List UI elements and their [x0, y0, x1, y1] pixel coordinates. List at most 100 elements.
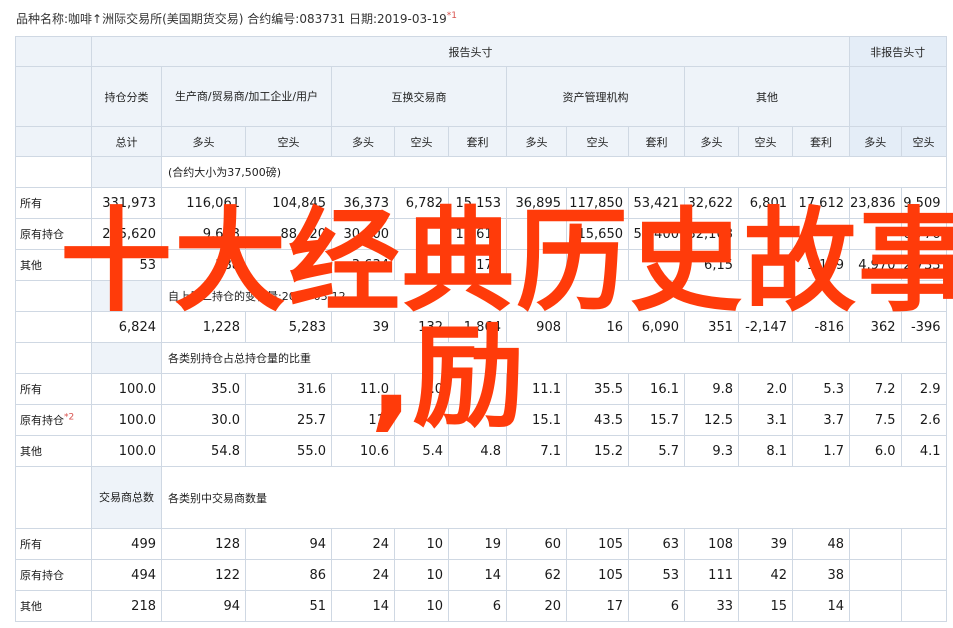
table-cell: 6,15	[684, 249, 739, 281]
table-cell: 25.7	[245, 404, 332, 436]
table-cell: 12.5	[684, 404, 739, 436]
table-cell: 39	[331, 311, 395, 343]
table-cell: 6	[628, 590, 685, 622]
table-row: 原有持仓 265,620 9,673 88,320 30,700 10,611 115,65…	[15, 218, 947, 250]
table-row: 所有 499 128 94 24 10 19 60 105 63 108 39 48	[15, 528, 947, 560]
table-cell: -816	[792, 311, 850, 343]
table-cell: 7.1	[506, 435, 567, 467]
table-cell: 6,782	[394, 187, 449, 219]
table-cell: 388	[161, 249, 246, 281]
table-cell: 94	[161, 590, 246, 622]
row-label-text: 所有	[20, 538, 42, 551]
table-cell: 15.1	[506, 404, 567, 436]
table-cell	[738, 249, 793, 281]
nonreportable-blank	[849, 66, 947, 127]
table-cell: 11.	[331, 404, 395, 436]
table-cell: 10	[394, 528, 449, 560]
table-cell: 265,620	[91, 218, 162, 250]
table-cell: 15,153	[448, 187, 507, 219]
table-cell: 494	[91, 559, 162, 591]
table-cell: 19	[448, 528, 507, 560]
row-label: 所有	[15, 528, 92, 560]
col-spread: 套利	[448, 126, 507, 157]
table-cell	[448, 373, 507, 405]
table-cell: 116,061	[161, 187, 246, 219]
table-cell	[900, 559, 947, 591]
table-cell	[849, 528, 902, 560]
table-cell: 5.3	[792, 373, 850, 405]
report-header: 品种名称:咖啡↑洲际交易所(美国期货交易) 合约编号:083731 日期:201…	[16, 10, 457, 27]
table-row: 原有持仓 494 122 86 24 10 14 62 105 53 111 42 38	[15, 559, 947, 591]
table-cell: 331,973	[91, 187, 162, 219]
table-cell: 53	[628, 559, 685, 591]
table-cell: 6,824	[91, 311, 162, 343]
table-cell: 24	[331, 559, 395, 591]
table-cell	[506, 218, 567, 250]
table-cell: 17,612	[792, 187, 850, 219]
group-header-managed: 资产管理机构	[506, 66, 685, 127]
table-cell: 16.1	[628, 373, 685, 405]
table-row: 原有持仓*2 100.0 30.0 25.7 11. 15.1 43.5 15.7 12.5 3.…	[15, 404, 947, 436]
table-cell	[900, 590, 947, 622]
col-long: 多头	[684, 126, 739, 157]
cot-table: 报告头寸 非报告头寸 持仓分类 生产商/贸易商/加工企业/用户 互换交易商 资产…	[15, 36, 947, 622]
table-cell: 53,400	[628, 218, 685, 250]
section-blank	[15, 466, 92, 529]
table-cell: 4.1	[900, 435, 947, 467]
table-cell	[394, 404, 449, 436]
table-cell: 100.0	[91, 373, 162, 405]
table-cell: 15	[738, 590, 793, 622]
table-cell	[566, 249, 629, 281]
table-cell: 62	[506, 559, 567, 591]
table-cell: 7.2	[849, 373, 902, 405]
reportable-header: 报告头寸	[91, 36, 850, 67]
col-long: 多头	[849, 126, 902, 157]
table-cell: 63	[628, 528, 685, 560]
table-cell: 122	[161, 559, 246, 591]
col-short: 空头	[566, 126, 629, 157]
col-long: 多头	[331, 126, 395, 157]
row-label-text: 其他	[20, 445, 42, 458]
table-cell: 105	[566, 528, 629, 560]
table-cell: 39	[738, 528, 793, 560]
row-label: 原有持仓*2	[15, 404, 92, 436]
table-cell: 32,103	[684, 218, 739, 250]
table-row: 其他 100.0 54.8 55.0 10.6 5.4 4.8 7.1 15.2 5.7 9.3 8.…	[15, 435, 947, 467]
row-label-text: 原有持仓	[20, 228, 64, 241]
table-cell: 54.8	[161, 435, 246, 467]
section-stub: 交易商总数	[91, 466, 162, 529]
table-row: 其他 53 388 3,634 3,171 6,15 1,139 4,970 2,733	[15, 249, 947, 281]
row-label: 原有持仓	[15, 559, 92, 591]
table-cell: 128	[161, 528, 246, 560]
table-cell: 17	[566, 590, 629, 622]
table-cell	[849, 218, 902, 250]
position-class-header: 持仓分类	[91, 66, 162, 127]
group-header-swap: 互换交易商	[331, 66, 507, 127]
table-row: 所有 100.0 35.0 31.6 11.0 2.0 11.1 35.5 16.1 9.8 2.0…	[15, 373, 947, 405]
col-spread: 套利	[628, 126, 685, 157]
table-row: 所有 331,973 116,061 104,845 36,373 6,782 15,153…	[15, 187, 947, 219]
table-cell: 51	[245, 590, 332, 622]
row-label-text: 其他	[20, 600, 42, 613]
table-cell: 3.7	[792, 404, 850, 436]
table-cell: 908	[506, 311, 567, 343]
col-long: 多头	[506, 126, 567, 157]
table-cell: 10	[394, 559, 449, 591]
table-cell: 132	[394, 311, 449, 343]
row-label: 其他	[15, 435, 92, 467]
table-cell: 115,650	[566, 218, 629, 250]
table-cell: 31.6	[245, 373, 332, 405]
table-cell: 6.0	[849, 435, 902, 467]
table-cell: 14	[331, 590, 395, 622]
table-cell: 32,622	[684, 187, 739, 219]
table-cell	[738, 218, 793, 250]
col-short: 空头	[738, 126, 793, 157]
table-cell: 9,673	[161, 218, 246, 250]
table-cell	[394, 249, 449, 281]
table-cell	[448, 404, 507, 436]
table-cell: 6,776	[900, 218, 947, 250]
section-blank	[15, 156, 92, 188]
row-label: 其他	[15, 249, 92, 281]
table-cell: 53,421	[628, 187, 685, 219]
section-blank	[15, 342, 92, 374]
